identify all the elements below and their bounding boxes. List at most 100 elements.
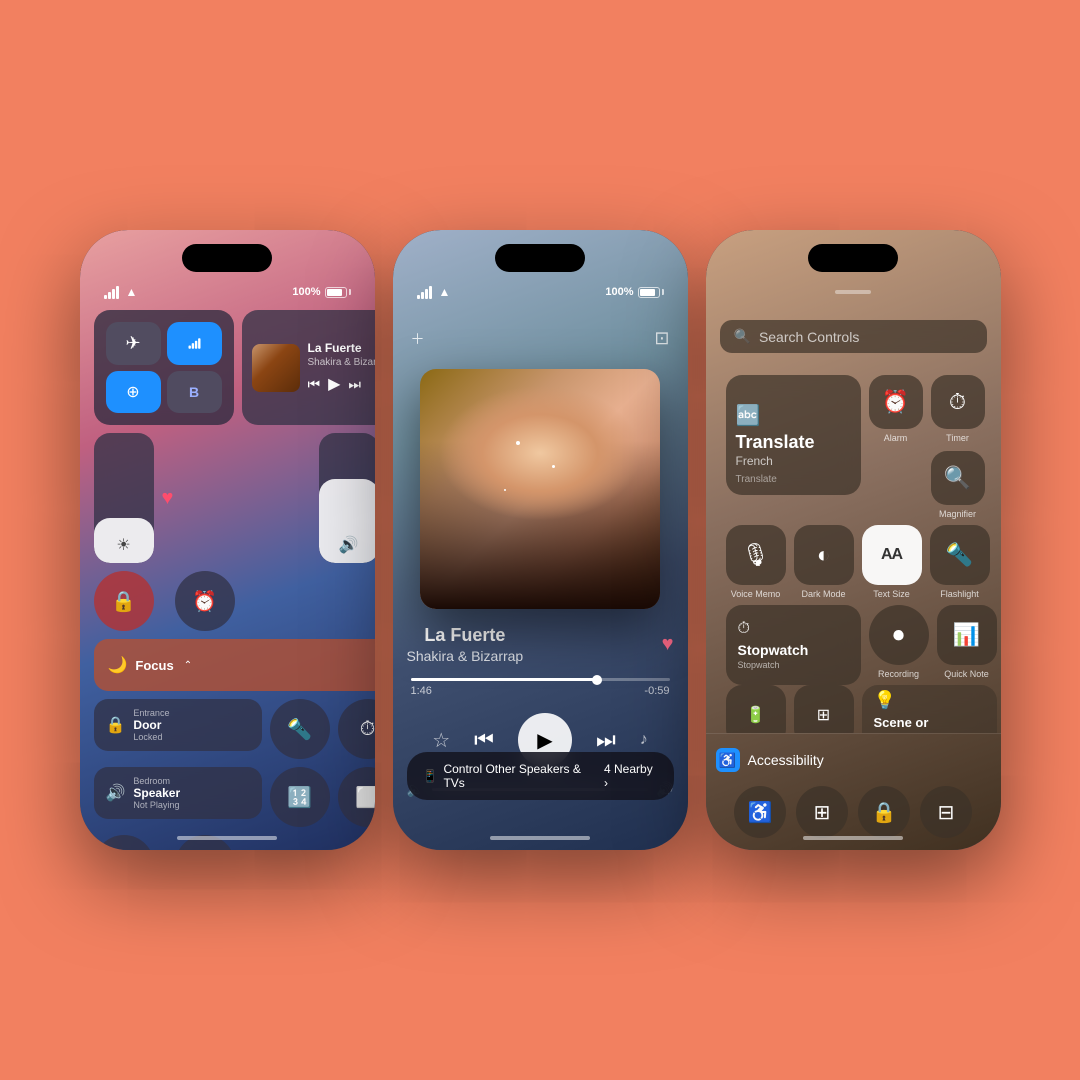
calculator-button[interactable]: 🔢	[270, 767, 330, 827]
album-artwork	[420, 369, 660, 609]
fast-forward-button[interactable]: ⏭	[348, 376, 361, 393]
airplane-mode-button[interactable]: ✈	[106, 322, 161, 365]
flashlight-button[interactable]: 🔦	[930, 525, 990, 585]
acc-item-4[interactable]: ⊟	[920, 786, 972, 838]
scene-button[interactable]: 💡 Scene or Accessory Home	[862, 685, 997, 733]
airplay-bar[interactable]: 📱 Control Other Speakers & TVs 4 Nearby …	[407, 752, 674, 800]
magnifier-item: 🔍 Magnifier	[931, 451, 985, 519]
phone-1-control-center: ▲ 100% ✈ ⊕	[80, 230, 375, 850]
song-info: La Fuerte Shakira & Bizarrap ♥	[407, 625, 674, 664]
controls-grid: 🔤 Translate French Translate ⏰ Alarm	[706, 363, 1001, 733]
flashlight-button[interactable]: 🔦	[270, 699, 330, 759]
quick-note-label: Quick Note	[944, 669, 989, 679]
play-button[interactable]: ▶	[328, 374, 340, 394]
music-controls-group: ♥	[162, 487, 174, 510]
dark-mode-button[interactable]: ◐	[794, 525, 854, 585]
focus-row: 🌙 Focus ⌃	[94, 639, 375, 691]
next-button[interactable]: ⏭	[596, 727, 616, 753]
search-icon: 🔍	[734, 328, 751, 345]
remaining-time: -0:59	[644, 685, 669, 697]
battery-icon	[325, 287, 351, 298]
stopwatch-title: Stopwatch	[738, 642, 809, 658]
door-lock-tile[interactable]: 🔒 Entrance Door Locked	[94, 699, 262, 751]
status-right-2: 100%	[605, 286, 663, 298]
favorite-icon[interactable]: ♥	[662, 633, 674, 656]
acc-item-2[interactable]: ⊞	[796, 786, 848, 838]
flashlight-label: Flashlight	[940, 589, 979, 599]
battery-percent-2: 100%	[605, 286, 633, 298]
alarm-timer-row: ⏰ Alarm ⏱ Timer	[869, 375, 985, 443]
magnifier-row: 🔍 Magnifier	[869, 451, 985, 519]
lyrics-icon[interactable]: ♪	[640, 731, 648, 749]
star-icon[interactable]: ☆	[432, 728, 450, 753]
speaker-tile[interactable]: 🔊 Bedroom Speaker Not Playing	[94, 767, 262, 819]
translate-title: Translate	[736, 432, 815, 454]
wifi-button[interactable]: ⊕	[106, 371, 161, 414]
right-column: ⏰ Alarm ⏱ Timer 🔍 Magnifier	[869, 375, 985, 519]
screen-record-button[interactable]: ⏺	[94, 835, 154, 850]
progress-bar-container[interactable]: 1:46 -0:59	[407, 678, 674, 697]
alarm-button[interactable]: ⏰	[869, 375, 923, 429]
translate-sub: French	[736, 454, 773, 468]
acc-item-3[interactable]: 🔒	[858, 786, 910, 838]
acc-item-1[interactable]: ♿	[734, 786, 786, 838]
volume-slider[interactable]: 🔊	[319, 433, 375, 563]
power-row: 🔋 Low Power Mode ⊞ Scan Code 💡 Scene or …	[716, 685, 991, 733]
add-button[interactable]: ＋	[411, 329, 425, 349]
bluetooth-button[interactable]: B	[167, 371, 222, 414]
song-title: La Fuerte	[407, 625, 524, 646]
brightness-slider[interactable]: ☀	[94, 433, 154, 563]
player-header: ＋ ⊡	[407, 328, 674, 349]
heart-icon[interactable]: ♥	[162, 487, 174, 510]
scan-code-button[interactable]: ⊞	[794, 685, 854, 733]
stopwatch-sub: Stopwatch	[738, 660, 780, 670]
search-bar[interactable]: 🔍 Search Controls	[720, 320, 987, 353]
focus-tile[interactable]: 🌙 Focus ⌃	[94, 639, 375, 691]
top-section: 🔤 Translate French Translate ⏰ Alarm	[716, 369, 991, 519]
timer-label: Timer	[946, 433, 969, 443]
low-power-button[interactable]: 🔋	[726, 685, 786, 733]
voice-memo-button[interactable]: 🎙	[726, 525, 786, 585]
phones-container: ▲ 100% ✈ ⊕	[40, 190, 1041, 890]
now-playing-tile[interactable]: La Fuerte Shakira & Bizarr... ⏮ ▶ ⏭	[242, 310, 375, 425]
alarm-button[interactable]: ⏰	[175, 571, 235, 631]
text-size-button[interactable]: AA	[862, 525, 922, 585]
screen-mirror-button[interactable]: ⬜	[338, 767, 375, 827]
accessibility-header: ♿ Accessibility	[716, 740, 991, 780]
scan-code-item: ⊞ Scan Code	[794, 685, 854, 733]
timer-button[interactable]: ⏱	[338, 699, 375, 759]
brightness-icon: ☀	[116, 535, 130, 555]
rotation-lock-button[interactable]: 🔒	[94, 571, 154, 631]
track-artist: Shakira & Bizarr...	[308, 357, 375, 368]
timer-button[interactable]: ⏱	[931, 375, 985, 429]
accessibility-icon: ♿	[716, 748, 740, 772]
progress-track[interactable]	[411, 678, 670, 681]
rewind-button[interactable]: ⏮	[308, 376, 321, 393]
control-center: ✈ ⊕ B La Fuerte Shakira & Biz	[94, 310, 361, 790]
signal-icon-2	[417, 286, 432, 299]
airplay-tv-icon: 📱	[423, 769, 438, 783]
playback-controls[interactable]: ⏮ ▶ ⏭	[308, 374, 375, 394]
home-indicator-2	[490, 836, 590, 840]
recording-button[interactable]: ⏺	[869, 605, 929, 665]
network-tile[interactable]: ✈ ⊕ B	[94, 310, 234, 425]
wifi-icon: ▲	[126, 285, 138, 299]
magnifier-button[interactable]: 🔍	[931, 451, 985, 505]
translate-button[interactable]: 🔤 Translate French Translate	[726, 375, 861, 495]
quick-note-button[interactable]: 📊	[937, 605, 997, 665]
translate-item: 🔤 Translate French Translate	[726, 375, 861, 519]
cellular-button[interactable]	[167, 322, 222, 365]
prev-button[interactable]: ⏮	[474, 727, 494, 753]
icon-row-1: 🔒 ⏰	[94, 571, 375, 631]
home-indicator	[177, 836, 277, 840]
song-artist: Shakira & Bizarrap	[407, 648, 524, 664]
focus-chevron: ⌃	[184, 660, 192, 671]
text-size-item: AA Text Size	[862, 525, 922, 599]
wifi-icon-2: ▲	[439, 285, 451, 299]
stopwatch-button[interactable]: ⏱ Stopwatch Stopwatch	[726, 605, 861, 685]
airplay-icon[interactable]: ⊡	[654, 328, 669, 349]
magnifier-label: Magnifier	[939, 509, 976, 519]
current-time: 1:46	[411, 685, 432, 697]
pull-indicator	[835, 290, 871, 294]
door-row: 🔒 Entrance Door Locked 🔦 ⏱	[94, 699, 375, 759]
